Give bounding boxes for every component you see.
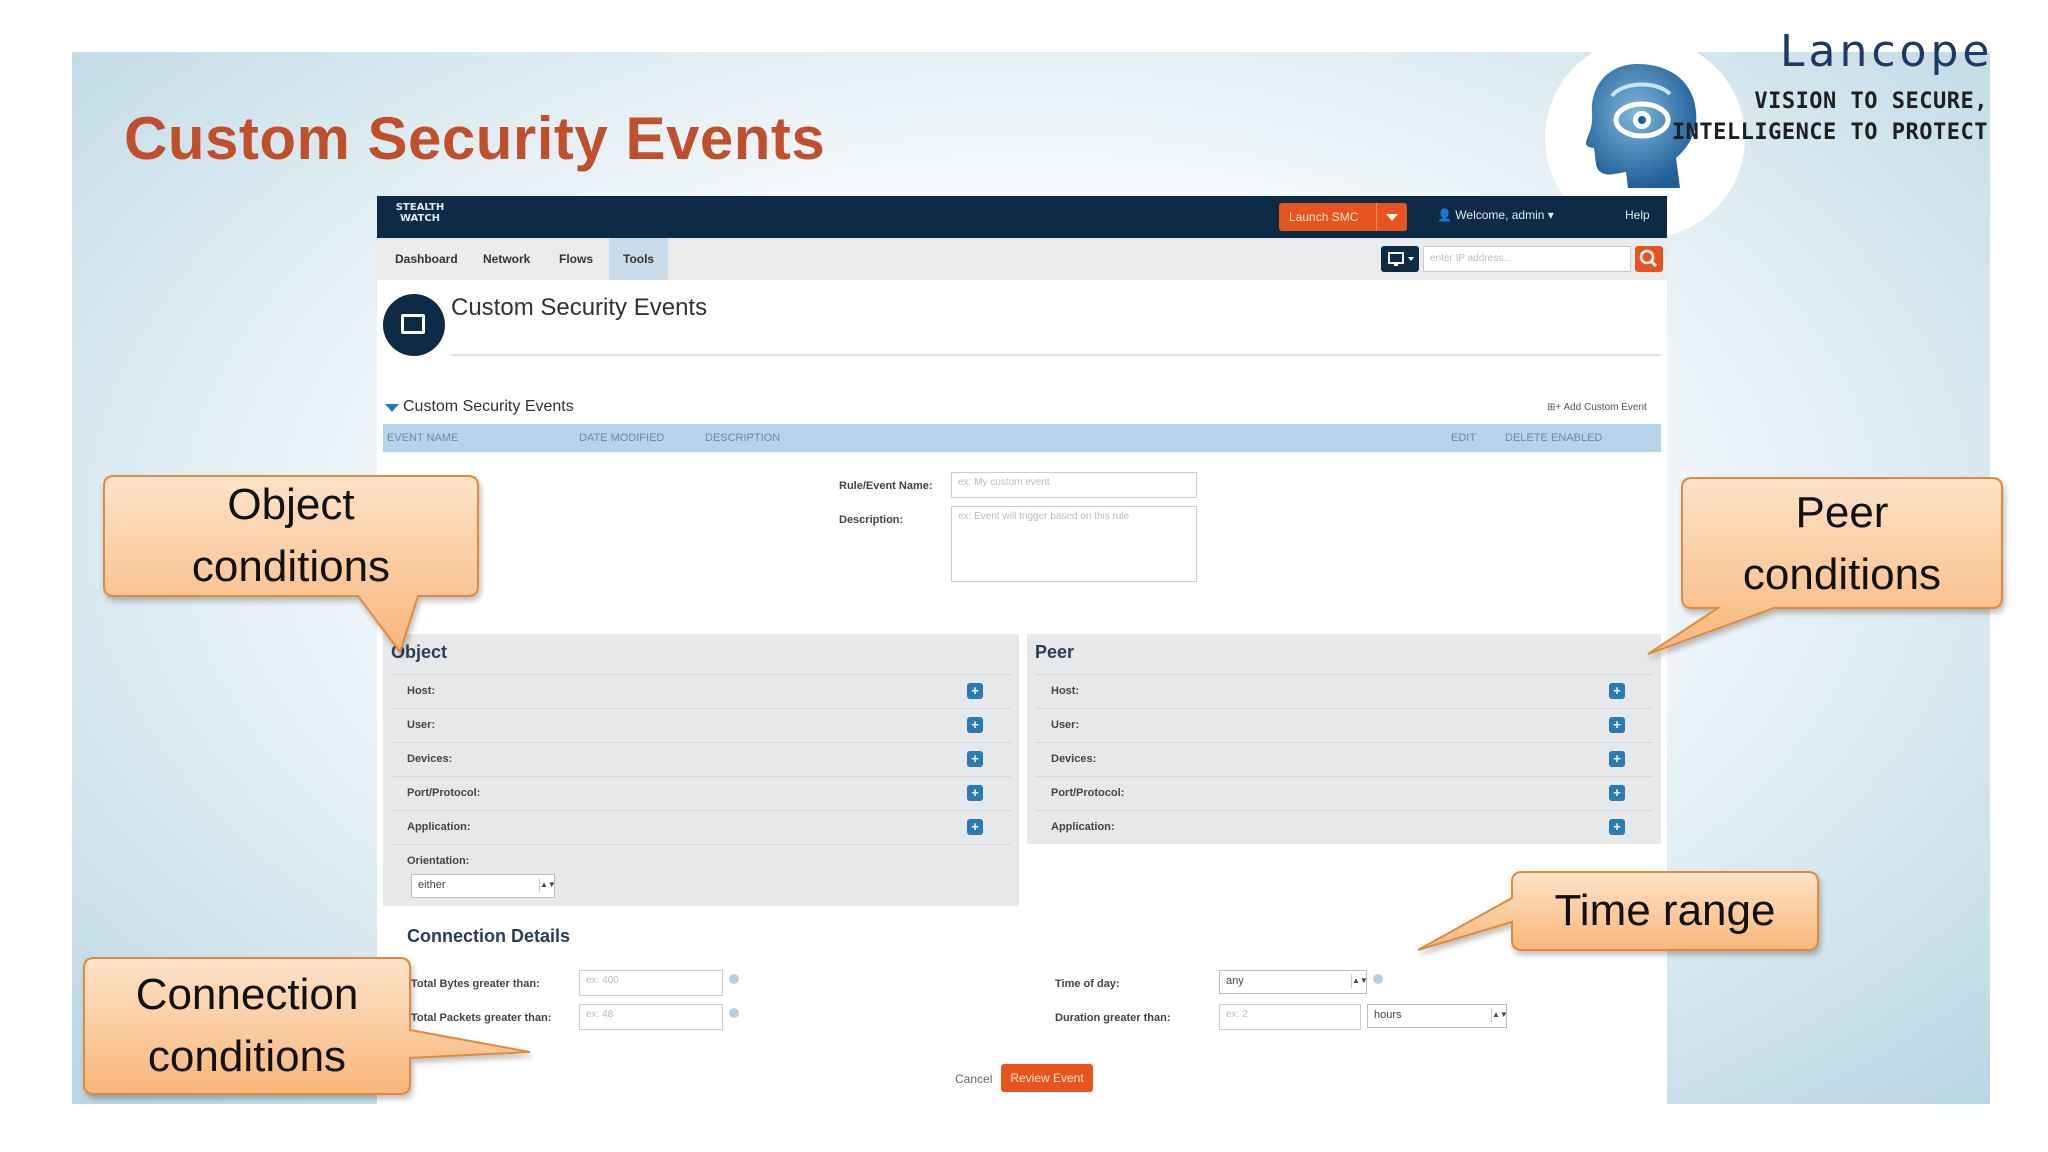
callout-time-text: Time range: [1512, 880, 1818, 942]
callout-peer-line-1: Peer: [1795, 488, 1889, 537]
callout-connection-text: Connection conditions: [84, 964, 410, 1088]
callout-connection-line-1: Connection: [135, 970, 359, 1019]
callout-object-text: Object conditions: [104, 474, 478, 598]
callout-peer-line-2: conditions: [1742, 550, 1942, 599]
callout-time-line-1: Time range: [1554, 886, 1776, 935]
callout-connection-line-2: conditions: [147, 1032, 347, 1081]
callout-object-line-1: Object: [227, 480, 355, 529]
callout-object-line-2: conditions: [191, 542, 391, 591]
callout-peer-text: Peer conditions: [1682, 482, 2002, 606]
